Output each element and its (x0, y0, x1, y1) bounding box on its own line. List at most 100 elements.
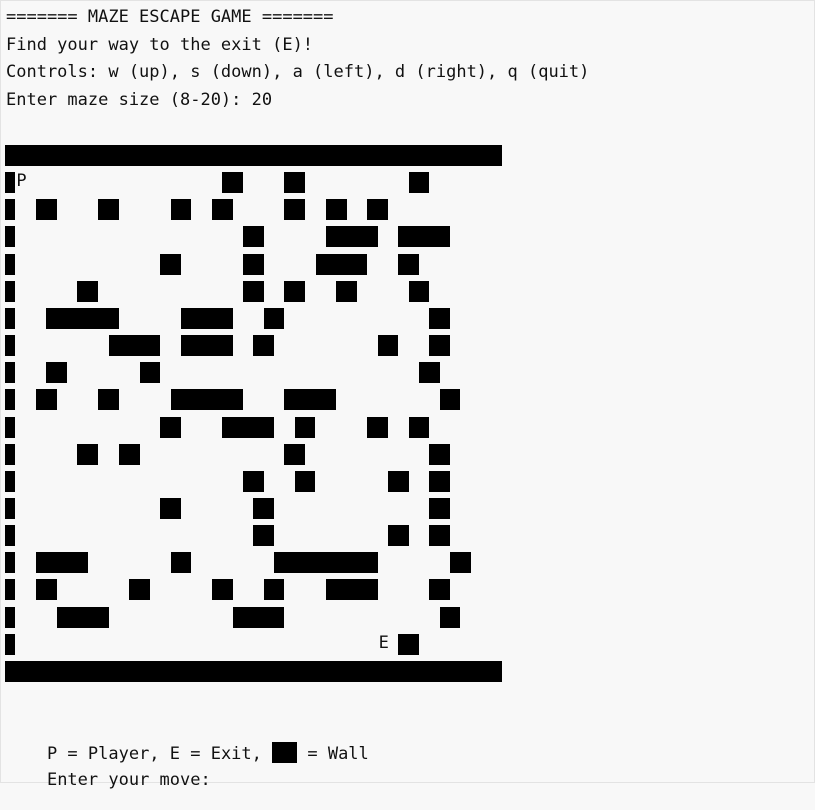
maze-wall (367, 416, 388, 438)
maze-wall (160, 253, 181, 275)
maze-border-wall (5, 660, 502, 682)
maze-wall (5, 253, 16, 275)
maze-wall (160, 497, 181, 519)
maze-wall (315, 253, 368, 275)
maze-wall (5, 416, 16, 438)
maze-wall (243, 226, 264, 248)
maze-wall (5, 307, 16, 329)
maze-wall (77, 443, 99, 465)
maze-wall (284, 280, 306, 302)
maze-wall (243, 253, 264, 275)
maze-wall (5, 226, 16, 248)
maze-wall (170, 552, 192, 574)
maze-wall (367, 199, 388, 221)
maze-wall (5, 172, 16, 194)
maze-wall (398, 253, 419, 275)
maze-wall (5, 335, 16, 357)
maze-wall (398, 226, 451, 248)
maze-wall (325, 226, 378, 248)
maze-wall (429, 497, 451, 519)
player-marker: P (16, 171, 27, 192)
maze-wall (5, 199, 16, 221)
legend-wall-text: = Wall (297, 744, 369, 764)
maze-wall (439, 389, 461, 411)
maze-wall (294, 470, 316, 492)
maze-wall (36, 579, 57, 601)
maze-wall (36, 199, 57, 221)
maze-wall (222, 416, 275, 438)
maze-wall (56, 606, 109, 628)
maze-wall (429, 525, 451, 547)
maze-wall (243, 280, 264, 302)
maze-wall (284, 199, 306, 221)
maze-wall (419, 362, 440, 384)
maze-wall (284, 172, 306, 194)
maze-wall (180, 307, 233, 329)
maze-wall (5, 389, 16, 411)
maze-wall (46, 362, 68, 384)
maze-wall (129, 579, 150, 601)
maze-wall (5, 362, 16, 384)
maze-wall (222, 172, 244, 194)
exit-marker: E (378, 632, 389, 653)
maze-wall (108, 335, 161, 357)
maze-wall (263, 579, 285, 601)
maze-size-prompt: Enter maze size (8-20): 20 (6, 90, 273, 110)
maze-wall (284, 443, 306, 465)
maze-wall (170, 199, 192, 221)
instruction-text: Find your way to the exit (E)! (6, 35, 314, 55)
maze-wall (387, 525, 409, 547)
maze-wall (274, 552, 378, 574)
maze-wall (212, 199, 233, 221)
maze-wall (429, 307, 451, 329)
maze-wall (439, 606, 461, 628)
maze-wall (336, 280, 357, 302)
maze-wall (284, 389, 337, 411)
maze-wall (5, 280, 16, 302)
terminal-window: ======= MAZE ESCAPE GAME ======= Find yo… (0, 0, 815, 790)
maze-wall (263, 307, 285, 329)
maze-wall (5, 579, 16, 601)
move-prompt[interactable]: Enter your move: (6, 750, 211, 810)
maze-wall (170, 389, 244, 411)
maze-wall (180, 335, 233, 357)
maze-wall (398, 633, 419, 655)
game-title: ======= MAZE ESCAPE GAME ======= (6, 7, 334, 27)
maze-wall (118, 443, 140, 465)
maze-wall (429, 470, 451, 492)
maze-wall (408, 416, 430, 438)
maze-border-wall (5, 145, 502, 166)
wall-swatch-icon (272, 742, 298, 763)
maze-wall (160, 416, 181, 438)
maze-wall (387, 470, 409, 492)
maze-wall (5, 552, 16, 574)
maze-wall (46, 307, 119, 329)
maze-wall (36, 389, 57, 411)
maze-wall (77, 280, 99, 302)
maze-wall (377, 335, 399, 357)
maze-wall (5, 525, 16, 547)
maze-wall (243, 470, 264, 492)
maze-wall (429, 335, 451, 357)
maze-wall (5, 606, 16, 628)
maze-wall (325, 199, 347, 221)
maze-wall (253, 497, 275, 519)
maze-wall (5, 443, 16, 465)
maze-wall (212, 579, 233, 601)
maze-wall (5, 633, 16, 655)
maze-wall (232, 606, 285, 628)
maze-wall (429, 579, 451, 601)
maze-wall (5, 470, 16, 492)
maze-grid: PE (5, 145, 502, 688)
maze-wall (253, 335, 275, 357)
maze-wall (98, 199, 119, 221)
maze-wall (294, 416, 316, 438)
maze-wall (408, 280, 430, 302)
move-prompt-text: Enter your move: (46, 770, 211, 790)
maze-wall (429, 443, 451, 465)
maze-wall (450, 552, 471, 574)
maze-wall (139, 362, 161, 384)
maze-wall (36, 552, 88, 574)
maze-wall (5, 497, 16, 519)
maze-wall (98, 389, 119, 411)
